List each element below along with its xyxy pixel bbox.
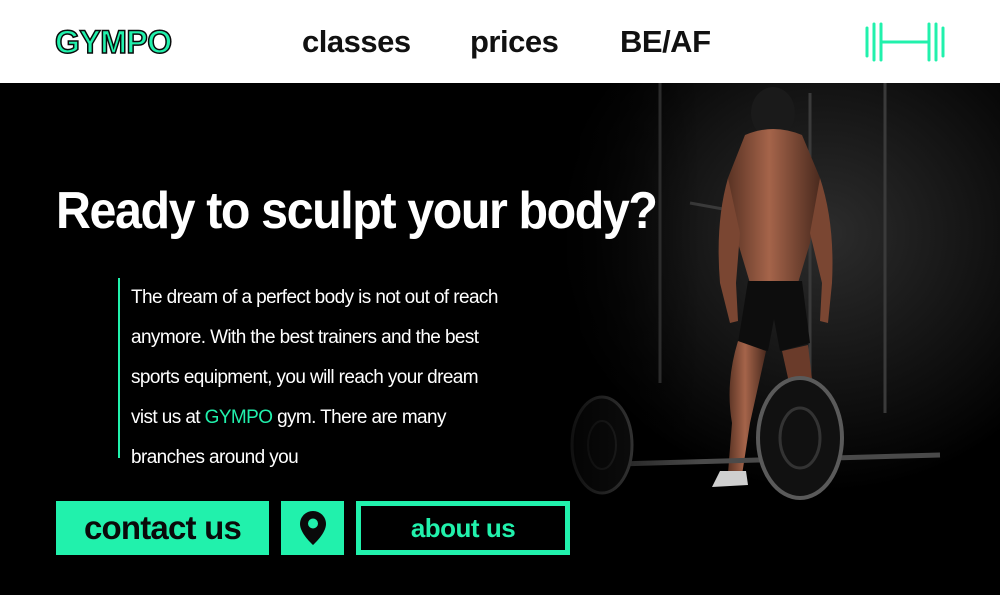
gympo-highlight: GYMPO [204,407,273,428]
description-line: branches around you [131,447,299,468]
about-us-button[interactable]: about us [356,501,570,555]
dumbbell-icon[interactable] [864,22,946,62]
nav-link-be-af[interactable]: BE/AF [620,22,711,62]
hero-description: The dream of a perfect body is not out o… [118,278,498,468]
description-text: gym. There are many [272,407,446,428]
map-pin-icon [299,511,326,545]
hero-headline: Ready to sculpt your body? [56,182,658,240]
nav-link-classes[interactable]: classes [302,22,411,62]
gympo-logo[interactable]: GYMPO [54,22,173,62]
hero-photo [540,83,1000,513]
description-text: vist us at [131,407,205,428]
nav-link-prices[interactable]: prices [470,22,559,62]
description-line: sports equipment, you will reach your dr… [131,367,479,388]
contact-us-button[interactable]: contact us [56,501,269,555]
description-line: vist us at GYMPO gym. There are many [131,398,498,438]
description-line: The dream of a perfect body is not out o… [131,287,498,308]
location-button[interactable] [281,501,344,555]
top-navigation-bar: GYMPO classes prices BE/AF [0,0,1000,83]
description-line: anymore. With the best trainers and the … [131,327,479,348]
